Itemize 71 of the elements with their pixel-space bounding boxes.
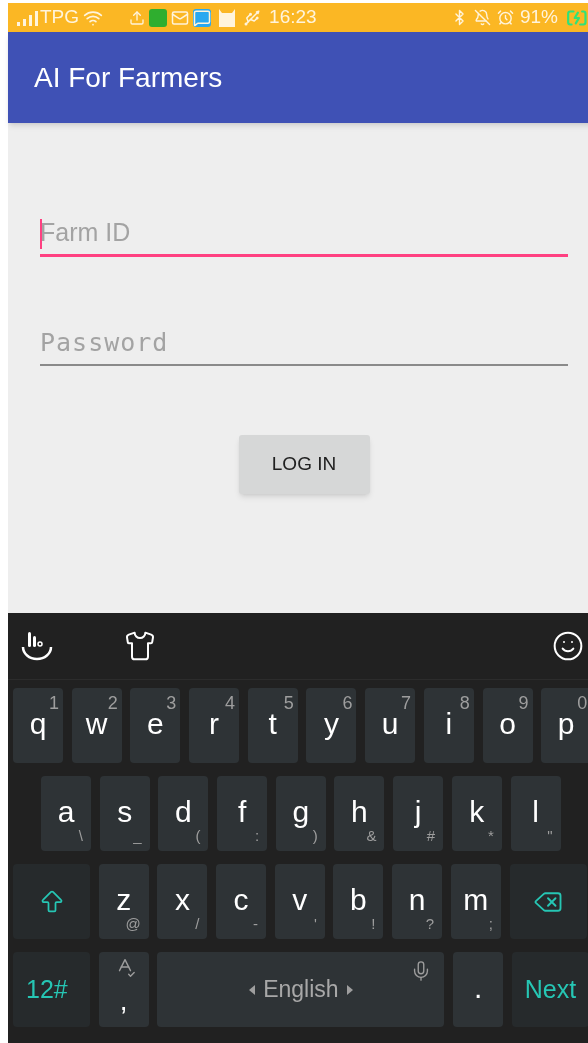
key-hint: 8 xyxy=(459,694,470,712)
keyboard-key[interactable]: s _ xyxy=(99,776,150,851)
key-hint: 5 xyxy=(283,694,294,712)
app-notification-icon xyxy=(149,8,168,27)
keyboard-key[interactable]: f : xyxy=(217,776,268,851)
key-hint: _ xyxy=(133,828,142,843)
keyboard-key[interactable]: c - xyxy=(216,864,267,939)
keyboard-key[interactable]: . xyxy=(453,952,504,1027)
keyboard-key[interactable]: j # xyxy=(393,776,444,851)
message-icon xyxy=(193,8,212,27)
key-hint: ' xyxy=(313,916,317,931)
usb-icon xyxy=(243,8,262,27)
keyboard-key[interactable]: m ; xyxy=(450,864,501,939)
key-hint: \ xyxy=(78,828,83,843)
app-title: AI For Farmers xyxy=(34,60,223,95)
keyboard-key[interactable]: Next xyxy=(511,952,588,1027)
key-hint: - xyxy=(253,916,259,931)
keyboard-key[interactable]: 12# xyxy=(13,952,90,1027)
login-button[interactable]: LOG IN xyxy=(238,435,370,494)
right-caret-icon xyxy=(346,984,353,995)
emoji-icon[interactable] xyxy=(552,630,584,662)
keyboard-key[interactable]: b ! xyxy=(333,864,384,939)
key-hint: 9 xyxy=(518,694,529,712)
keyboard-key[interactable]: h & xyxy=(334,776,385,851)
key-hint: ! xyxy=(371,916,376,931)
key-hint: ) xyxy=(312,828,318,843)
left-caret-icon xyxy=(249,984,256,995)
key-hint: 4 xyxy=(225,694,236,712)
keyboard-key[interactable]: x / xyxy=(157,864,208,939)
password-field[interactable]: Password xyxy=(40,326,568,366)
space-key[interactable]: English xyxy=(157,952,445,1027)
upload-icon xyxy=(129,9,146,26)
key-hint: @ xyxy=(125,916,141,931)
key-hint: 0 xyxy=(577,694,588,712)
keyboard-key[interactable]: l " xyxy=(510,776,561,851)
text-cursor xyxy=(40,219,42,249)
key-hint: & xyxy=(366,828,377,843)
keyboard-key[interactable]: n ? xyxy=(392,864,443,939)
mail-icon xyxy=(171,8,190,27)
battery-percent: 91% xyxy=(519,5,558,30)
key-hint: 2 xyxy=(107,694,118,712)
signal-icon xyxy=(16,9,38,26)
keyboard-key[interactable]: k * xyxy=(451,776,502,851)
key-hint: ? xyxy=(425,916,435,931)
input-field[interactable]: Farm ID xyxy=(40,217,568,257)
key-hint: : xyxy=(254,828,260,843)
keyboard-logo-icon[interactable] xyxy=(20,629,54,663)
key-hint: 6 xyxy=(342,694,353,712)
keyboard-key[interactable]: d ( xyxy=(158,776,209,851)
key-hint: / xyxy=(195,916,200,931)
keyboard-key[interactable]: , xyxy=(98,952,149,1027)
keyboard-key[interactable]: t 5 xyxy=(247,688,298,763)
key-hint: " xyxy=(547,828,553,843)
key-hint: 1 xyxy=(49,694,59,712)
key-hint: * xyxy=(487,828,494,843)
carrier-name: TPG xyxy=(40,5,80,30)
key-hint: # xyxy=(426,828,436,843)
key-hint: ; xyxy=(488,916,493,931)
keyboard-key[interactable]: i 8 xyxy=(423,688,474,763)
key-hint: ( xyxy=(195,828,201,843)
theme-icon[interactable] xyxy=(124,630,156,662)
keyboard-key[interactable]: a \ xyxy=(41,776,91,851)
keyboard-key[interactable]: g ) xyxy=(275,776,326,851)
key-hint: 7 xyxy=(401,694,412,712)
clock: 16:23 xyxy=(269,5,317,30)
alarm-icon xyxy=(496,9,514,26)
muted-bell-icon xyxy=(473,9,491,26)
backspace-key[interactable] xyxy=(509,864,587,939)
key-hint: 3 xyxy=(166,694,177,712)
keyboard-key[interactable]: v ' xyxy=(274,864,325,939)
keyboard-key[interactable]: z @ xyxy=(98,864,149,939)
